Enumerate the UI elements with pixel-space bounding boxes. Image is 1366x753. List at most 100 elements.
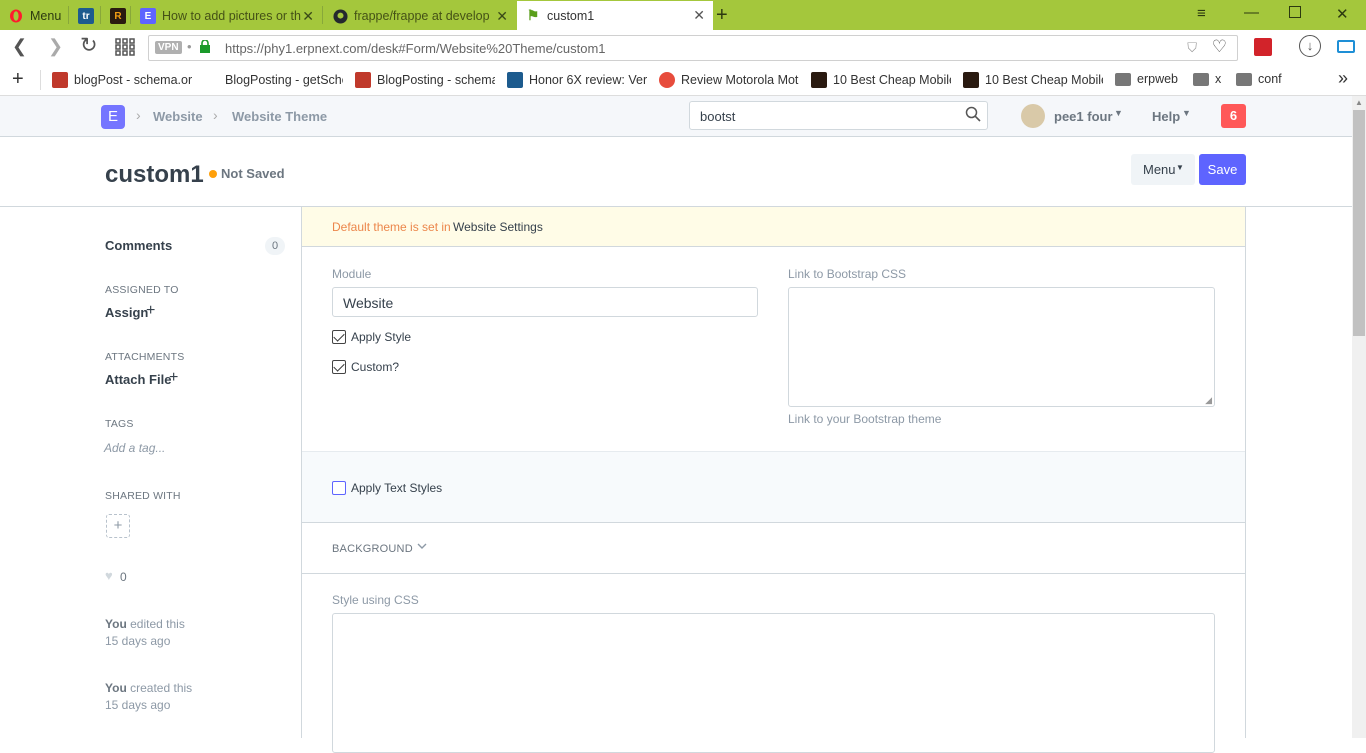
forward-icon[interactable]: ❯ — [48, 36, 63, 57]
download-icon[interactable]: ↓ — [1299, 35, 1321, 57]
bookmarks-bar: + blogPost - schema.or BlogPosting - get… — [0, 64, 1366, 96]
browser-tab-active[interactable]: ⚑ custom1 ✕ — [517, 1, 713, 30]
tab-close-icon[interactable]: ✕ — [496, 8, 508, 25]
attach-file-link[interactable]: Attach File — [105, 372, 171, 387]
activity-item: You created this 15 days ago — [105, 681, 193, 712]
comments-count-badge: 0 — [265, 237, 285, 255]
avatar[interactable] — [1021, 104, 1045, 128]
shared-with-heading: SHARED WITH — [105, 490, 181, 502]
bookmark-folder[interactable]: erpweb — [1115, 72, 1185, 86]
page-scrollbar[interactable]: ▲ — [1352, 96, 1366, 738]
folder-icon — [1115, 72, 1131, 86]
erpnext-favicon-icon: E — [140, 8, 156, 24]
speed-dial-icon[interactable] — [115, 38, 135, 59]
checkbox-checked-icon[interactable] — [332, 330, 346, 344]
app-navbar: E › Website › Website Theme bootst pee1 … — [0, 96, 1352, 137]
url-text[interactable]: https://phy1.erpnext.com/desk#Form/Websi… — [225, 41, 606, 56]
search-icon[interactable] — [965, 106, 981, 125]
awesome-search-input[interactable]: bootst — [689, 101, 988, 130]
bookmark-item[interactable]: blogPost - schema.or — [52, 72, 192, 88]
bookmark-item[interactable]: Honor 6X review: Vers — [507, 72, 647, 88]
opera-menu-button[interactable]: Menu — [0, 2, 68, 30]
menu-button[interactable]: Menu ▼ — [1131, 154, 1195, 185]
window-close-icon[interactable]: ✕ — [1336, 5, 1349, 23]
user-name[interactable]: pee1 four — [1054, 109, 1113, 124]
tab-menu-icon[interactable]: ≡ — [1197, 5, 1206, 22]
tab-close-icon[interactable]: ✕ — [693, 7, 705, 24]
bookmark-folder[interactable]: conf — [1236, 72, 1296, 86]
apply-text-styles-checkbox[interactable]: Apply Text Styles — [332, 481, 442, 495]
module-input[interactable]: Website — [332, 287, 758, 317]
checkbox-unchecked-icon[interactable] — [332, 481, 346, 495]
tr-favicon-icon — [507, 72, 523, 88]
heart-icon[interactable]: ♥ — [105, 568, 113, 583]
bookmark-item[interactable]: 10 Best Cheap Mobile — [963, 72, 1103, 88]
vpn-badge[interactable]: VPN — [155, 41, 182, 54]
likes-count: 0 — [120, 570, 127, 584]
bookmark-folder[interactable]: x — [1193, 72, 1233, 86]
attachments-heading: ATTACHMENTS — [105, 351, 185, 363]
resize-handle-icon[interactable]: ◢ — [1205, 395, 1212, 406]
schema-favicon-icon — [355, 72, 371, 88]
comments-link[interactable]: Comments — [105, 238, 172, 253]
form-sidebar: Comments 0 ASSIGNED TO Assign + ATTACHME… — [0, 207, 302, 738]
shield-icon[interactable]: ⛉ — [1187, 40, 1197, 56]
breadcrumb-chevron-icon: › — [136, 107, 141, 123]
new-tab-icon[interactable]: + — [716, 4, 728, 27]
lock-icon[interactable] — [200, 39, 210, 56]
add-bookmark-icon[interactable]: + — [12, 68, 24, 91]
browser-tab-1[interactable]: tr — [70, 2, 100, 30]
minimize-icon[interactable]: — — [1244, 4, 1259, 21]
back-icon[interactable]: ❮ — [12, 36, 27, 57]
app-logo[interactable]: E — [101, 105, 125, 129]
scroll-up-icon[interactable]: ▲ — [1355, 98, 1363, 107]
tags-heading: TAGS — [105, 418, 134, 430]
caret-down-icon[interactable]: ▼ — [1182, 108, 1191, 118]
browser-tab-4[interactable]: frappe/frappe at develop ✕ — [324, 2, 516, 30]
tab-close-icon[interactable]: ✕ — [302, 8, 314, 25]
notification-badge[interactable]: 6 — [1221, 104, 1246, 128]
sidebar-toggle-icon[interactable] — [1337, 40, 1355, 53]
heart-bookmark-icon[interactable]: ♡ — [1212, 37, 1227, 57]
style-css-textarea[interactable] — [332, 613, 1215, 753]
form-layout: Default theme is set in Website Settings… — [301, 207, 1246, 753]
save-button[interactable]: Save — [1199, 154, 1246, 185]
bootstrap-help-text: Link to your Bootstrap theme — [788, 412, 942, 426]
flag-favicon-icon: ⚑ — [526, 7, 540, 23]
extension-icon[interactable] — [1254, 38, 1272, 56]
checkbox-checked-icon[interactable] — [332, 360, 346, 374]
background-section-head[interactable]: BACKGROUND — [302, 523, 1245, 574]
bootstrap-textarea[interactable]: ◢ — [788, 287, 1215, 407]
browser-tab-3[interactable]: E How to add pictures or th ✕ — [132, 2, 322, 30]
restore-icon[interactable] — [1289, 6, 1301, 18]
website-settings-link[interactable]: Website Settings — [453, 220, 543, 234]
assign-link[interactable]: Assign — [105, 305, 148, 320]
tab-title: frappe/frappe at develop — [354, 9, 490, 23]
reload-icon[interactable]: ↻ — [80, 33, 98, 58]
more-bookmarks-icon[interactable]: » — [1338, 68, 1348, 89]
text-styles-section: Apply Text Styles — [302, 451, 1245, 523]
browser-tab-bar: Menu tr R E How to add pictures or th ✕ … — [0, 0, 1366, 30]
bookmark-item[interactable]: BlogPosting - getSche — [203, 72, 343, 88]
custom-checkbox[interactable]: Custom? — [332, 360, 399, 374]
apply-style-checkbox[interactable]: Apply Style — [332, 330, 411, 344]
bookmark-item[interactable]: BlogPosting - schema — [355, 72, 495, 88]
scrollbar-thumb[interactable] — [1353, 110, 1365, 336]
caret-down-icon[interactable]: ▼ — [1114, 108, 1123, 118]
breadcrumb-website[interactable]: Website — [153, 109, 203, 124]
url-bar[interactable]: VPN • https://phy1.erpnext.com/desk#Form… — [148, 35, 1238, 61]
plus-icon[interactable]: + — [169, 369, 178, 387]
breadcrumb-chevron-icon: › — [213, 107, 218, 123]
opera-menu-label: Menu — [30, 9, 62, 23]
browser-tab-2[interactable]: R — [102, 2, 130, 30]
github-icon — [332, 8, 348, 24]
bookmark-item[interactable]: 10 Best Cheap Mobile — [811, 72, 951, 88]
activity-item: You edited this 15 days ago — [105, 617, 185, 648]
add-tag-input[interactable]: Add a tag... — [104, 441, 165, 455]
plus-icon[interactable]: + — [146, 302, 155, 320]
help-menu[interactable]: Help — [1152, 109, 1180, 124]
share-add-button[interactable]: + — [106, 514, 130, 538]
bookmark-item[interactable]: Review Motorola Mot — [659, 72, 799, 88]
caret-down-icon: ▼ — [1176, 163, 1184, 172]
breadcrumb-website-theme[interactable]: Website Theme — [232, 109, 327, 124]
